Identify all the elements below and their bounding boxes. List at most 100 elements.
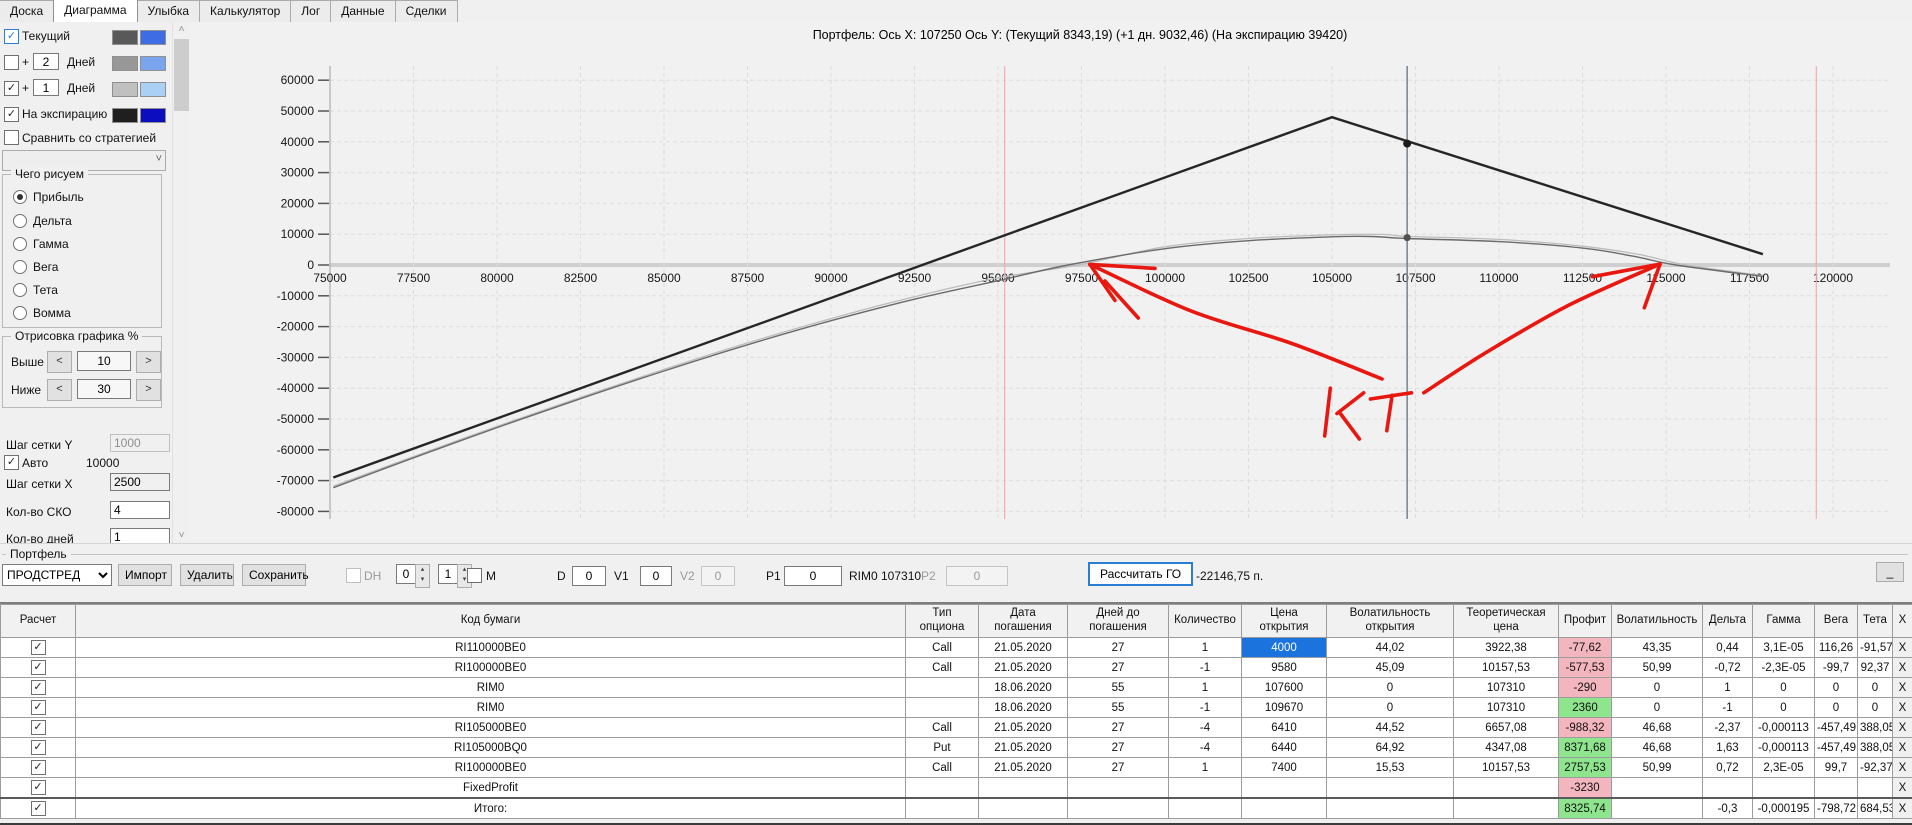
delete-button[interactable]: Удалить [180,564,234,586]
range-above-input[interactable] [77,351,131,371]
row-delete-button[interactable]: X [1892,777,1912,799]
draw-option-Прибыль[interactable]: Прибыль [3,189,153,206]
range-below-decrease-button[interactable]: < [47,379,72,401]
row-delete-button[interactable]: X [1892,637,1912,658]
dh-spinner-2-input[interactable] [438,564,458,584]
row-calc-checkbox[interactable]: ✓ [30,740,46,755]
grid-step-x-input[interactable] [110,473,170,491]
column-header[interactable]: Тип опциона [905,604,979,638]
sidebar-scrollbar[interactable]: ˄ ˅ [172,22,190,545]
radio-icon[interactable] [13,283,27,297]
color-swatch[interactable] [112,108,138,123]
scrollbar-thumb[interactable] [174,39,189,111]
color-swatch[interactable] [140,56,166,71]
d-input[interactable] [572,566,606,586]
m-checkbox[interactable] [467,568,482,583]
days-offset-input[interactable] [33,79,59,96]
dh-spinner-1-input[interactable] [396,564,416,584]
cell-open[interactable]: 4000 [1241,637,1327,658]
cell-open[interactable]: 9580 [1241,657,1327,678]
range-below-increase-button[interactable]: > [136,379,161,401]
row-calc-checkbox[interactable]: ✓ [30,660,46,675]
scroll-up-icon[interactable]: ˄ [173,22,190,39]
minimize-panel-button[interactable]: _ [1876,562,1904,582]
color-swatch[interactable] [140,82,166,97]
color-swatch[interactable] [140,108,166,123]
curve-visible-checkbox[interactable] [4,55,19,70]
dh-spinner-1[interactable]: ▴▾ [396,564,430,588]
range-below-input[interactable] [77,379,131,399]
row-calc-checkbox[interactable]: ✓ [30,801,46,816]
color-swatch[interactable] [140,30,166,45]
row-calc-checkbox[interactable]: ✓ [30,720,46,735]
portfolio-select[interactable]: ПРОДСТРЕД [2,564,112,586]
dh-checkbox[interactable] [346,568,361,583]
tab-Сделки[interactable]: Сделки [394,0,458,22]
curve-visible-checkbox[interactable]: ✓ [4,29,19,44]
column-header[interactable]: Вега [1814,604,1858,638]
column-header[interactable]: Дней до погашения [1067,604,1169,638]
column-header[interactable]: Гамма [1752,604,1815,638]
tab-Данные[interactable]: Данные [330,0,396,22]
draw-option-Вомма[interactable]: Вомма [3,305,153,322]
import-button[interactable]: Импорт [118,564,172,586]
draw-option-Гамма[interactable]: Гамма [3,236,153,253]
cell-open[interactable] [1241,777,1327,799]
color-swatch[interactable] [112,82,138,97]
column-header[interactable]: Цена открытия [1241,604,1327,638]
column-header[interactable]: Количество [1168,604,1242,638]
tab-Калькулятор[interactable]: Калькулятор [199,0,292,22]
cell-open[interactable]: 107600 [1241,677,1327,698]
days-offset-input[interactable] [33,53,59,70]
cell-open[interactable] [1241,797,1327,819]
radio-icon[interactable] [13,237,27,251]
column-header[interactable]: Волатильность открытия [1326,604,1454,638]
curve-visible-checkbox[interactable]: ✓ [4,107,19,122]
auto-grid-checkbox[interactable]: ✓ [4,455,19,470]
payoff-chart[interactable]: 6000050000400003000020000100000-10000-20… [190,22,1912,543]
radio-icon[interactable] [13,306,27,320]
column-header[interactable]: Код бумаги [75,604,906,638]
row-delete-button[interactable]: X [1892,717,1912,738]
tab-Лог[interactable]: Лог [290,0,332,22]
calc-go-button[interactable]: Рассчитать ГО [1088,562,1194,586]
row-delete-button[interactable]: X [1892,657,1912,678]
row-calc-checkbox[interactable]: ✓ [30,640,46,655]
cell-open[interactable]: 7400 [1241,757,1327,778]
range-above-decrease-button[interactable]: < [47,351,72,373]
color-swatch[interactable] [112,30,138,45]
v1-input[interactable] [640,566,672,586]
radio-icon[interactable] [13,214,27,228]
row-calc-checkbox[interactable]: ✓ [30,760,46,775]
column-header[interactable]: Дата погашения [978,604,1068,638]
tab-Доска[interactable]: Доска [0,0,55,22]
row-calc-checkbox[interactable]: ✓ [30,700,46,715]
p1-input[interactable] [784,566,842,586]
sko-count-input[interactable] [110,501,170,519]
row-delete-button[interactable]: X [1892,737,1912,758]
tab-Улыбка[interactable]: Улыбка [136,0,201,22]
row-delete-button[interactable]: X [1892,677,1912,698]
column-header[interactable]: Дельта [1702,604,1753,638]
draw-option-Тета[interactable]: Тета [3,282,153,299]
column-header[interactable]: Профит [1558,604,1612,638]
row-delete-button[interactable]: X [1892,797,1912,819]
column-header[interactable]: Расчет [0,604,76,638]
radio-icon[interactable] [13,260,27,274]
cell-open[interactable]: 109670 [1241,697,1327,718]
spinner-arrows-icon[interactable]: ▴ ▾ [415,564,430,588]
cell-open[interactable]: 6410 [1241,717,1327,738]
radio-icon[interactable] [13,190,27,204]
row-calc-checkbox[interactable]: ✓ [30,680,46,695]
row-delete-button[interactable]: X [1892,757,1912,778]
column-header[interactable]: Тета [1857,604,1893,638]
curve-visible-checkbox[interactable]: ✓ [4,81,19,96]
row-calc-checkbox[interactable]: ✓ [30,780,46,795]
column-header[interactable]: Волатильность [1611,604,1703,638]
column-header[interactable]: X [1892,604,1912,638]
range-above-increase-button[interactable]: > [136,351,161,373]
compare-strategy-checkbox[interactable] [4,130,19,145]
row-delete-button[interactable]: X [1892,697,1912,718]
column-header[interactable]: Теоретическая цена [1453,604,1559,638]
save-button[interactable]: Сохранить [242,564,309,586]
